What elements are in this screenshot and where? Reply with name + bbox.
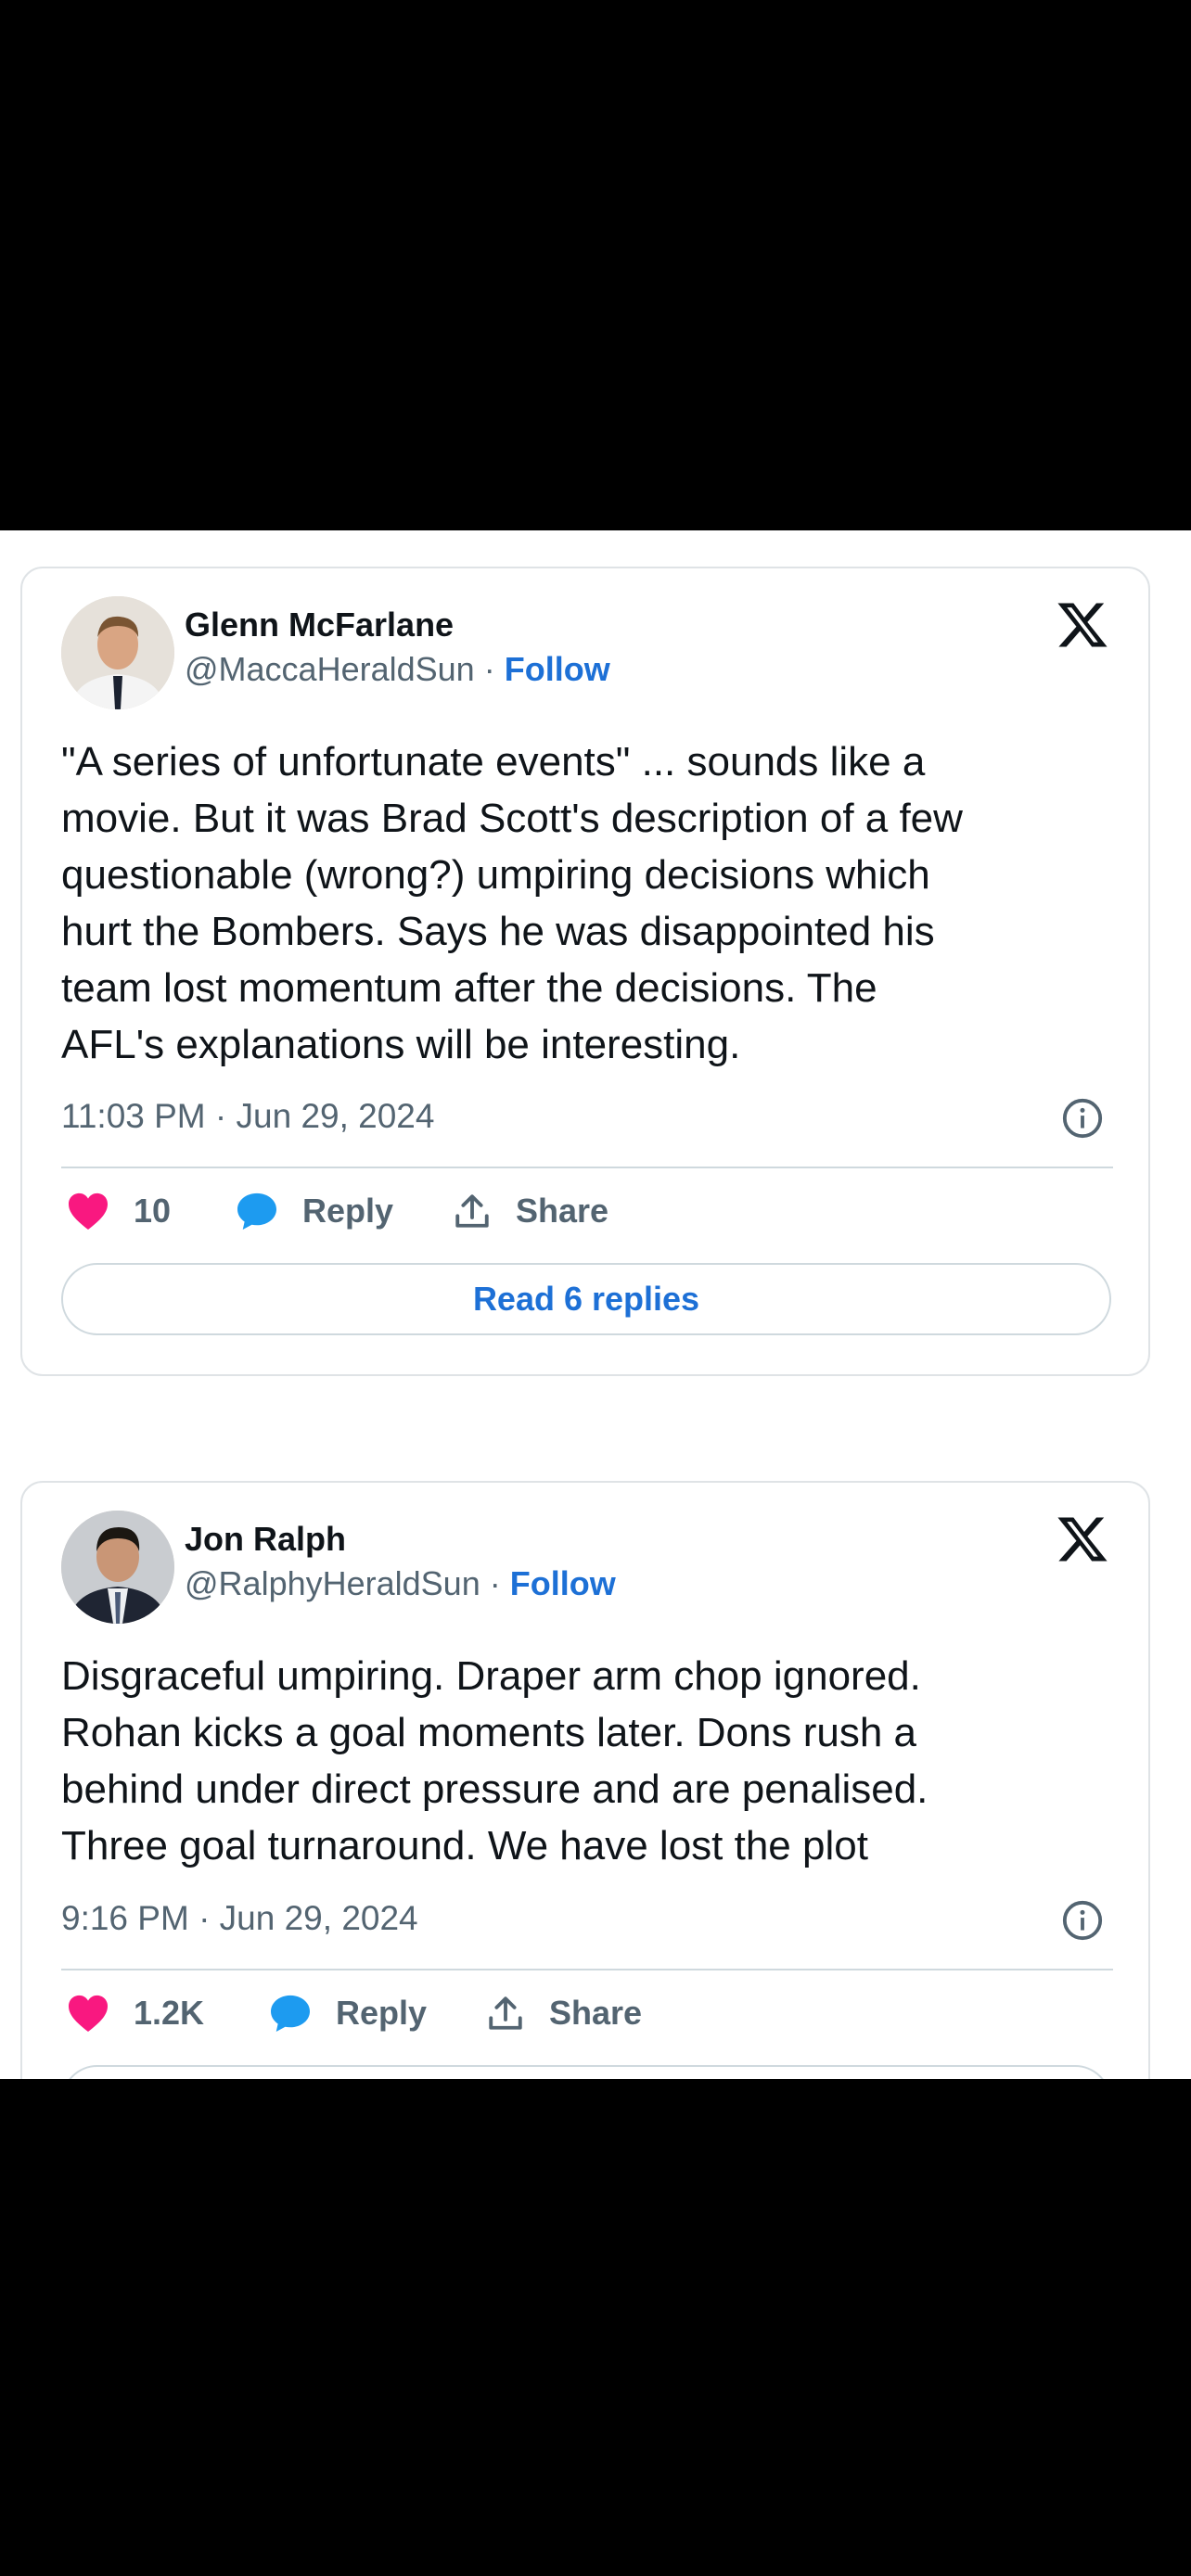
share-label: Share [516,1192,609,1230]
info-icon[interactable] [1061,1097,1104,1140]
author-name[interactable]: Jon Ralph [185,1520,346,1559]
reply-bubble-icon [237,1192,276,1231]
author-handle[interactable]: @MaccaHeraldSun [185,650,475,688]
separator: · [483,650,495,688]
like-count: 1.2K [134,1994,205,2032]
share-button[interactable]: Share [453,1192,608,1231]
share-button[interactable]: Share [486,1994,642,2033]
like-count: 10 [134,1192,172,1230]
screen-border [0,2079,1191,2576]
tweet-timestamp[interactable]: 11:03 PM · Jun 29, 2024 [61,1097,434,1136]
heart-icon [69,1192,108,1231]
tweet-card[interactable]: Glenn McFarlane @MaccaHeraldSun · Follow… [20,567,1150,1376]
reply-bubble-icon [271,1995,310,2033]
reply-button[interactable]: Reply [236,1192,393,1231]
reply-label: Reply [336,1994,428,2032]
tweet-text: "A series of unfortunate events" ... sou… [61,739,963,1067]
heart-icon [69,1995,108,2033]
tweet-timestamp[interactable]: 9:16 PM · Jun 29, 2024 [61,1899,418,1938]
read-replies-button[interactable]: Read 6 replies [61,1263,1111,1335]
share-icon [455,1194,489,1228]
author-handle-row: @MaccaHeraldSun · Follow [185,650,610,689]
author-handle-row: @RalphyHeraldSun · Follow [185,1564,616,1603]
author-handle[interactable]: @RalphyHeraldSun [185,1564,480,1602]
avatar[interactable] [61,1511,174,1624]
follow-button[interactable]: Follow [510,1564,616,1602]
share-label: Share [549,1994,643,2032]
author-name[interactable]: Glenn McFarlane [185,606,454,644]
like-button[interactable]: 1.2K [67,1994,204,2033]
separator: · [489,1564,501,1602]
divider [61,1167,1113,1168]
reply-button[interactable]: Reply [269,1994,427,2033]
like-button[interactable]: 10 [67,1192,171,1231]
info-icon[interactable] [1061,1899,1104,1942]
divider [61,1969,1113,1970]
tweet-text: Disgraceful umpiring. Draper arm chop ig… [61,1653,928,1868]
follow-button[interactable]: Follow [505,650,610,688]
share-icon [489,1996,522,2030]
x-logo-icon[interactable] [1056,1512,1109,1566]
reply-label: Reply [302,1192,394,1230]
avatar[interactable] [61,596,174,709]
x-logo-icon[interactable] [1056,598,1109,652]
